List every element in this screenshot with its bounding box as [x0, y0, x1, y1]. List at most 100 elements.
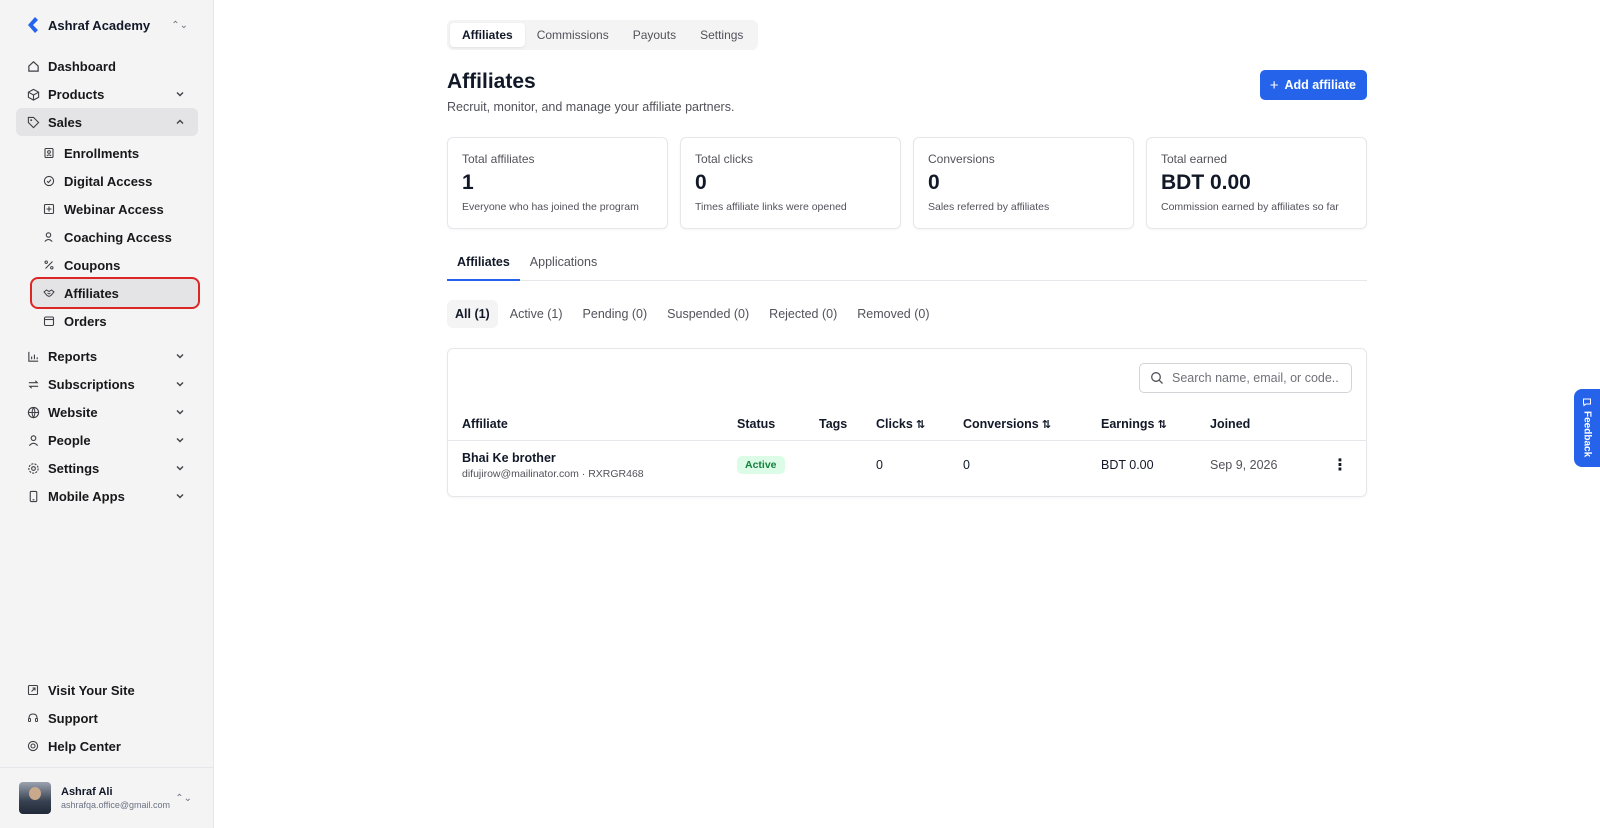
sidebar-item-help-center[interactable]: Help Center: [16, 732, 198, 760]
stat-card-total-clicks: Total clicks 0 Times affiliate links wer…: [680, 137, 901, 229]
sidebar-item-people[interactable]: People: [16, 426, 198, 454]
table-header: Affiliate Status Tags Clicks ⇅ Conversion…: [448, 407, 1366, 441]
stat-label: Total clicks: [695, 152, 754, 166]
column-clicks-label: Clicks: [876, 417, 913, 431]
status-badge: Active: [737, 456, 785, 474]
stat-card-conversions: Conversions 0 Sales referred by affiliat…: [913, 137, 1134, 229]
add-affiliate-label: Add affiliate: [1284, 78, 1356, 92]
mobile-icon: [26, 489, 40, 503]
filter-rejected[interactable]: Rejected (0): [761, 300, 845, 328]
repeat-icon: [26, 377, 40, 391]
tab-payouts[interactable]: Payouts: [621, 23, 688, 47]
column-tags: Tags: [819, 417, 848, 431]
sort-icon: ⇅: [1157, 419, 1167, 431]
sidebar-item-label: Affiliates: [64, 285, 119, 301]
sidebar-item-digital-access[interactable]: Digital Access: [32, 167, 198, 195]
row-actions-button[interactable]: ⋮: [1332, 441, 1348, 489]
chevron-down-icon: [174, 434, 186, 446]
user-email: ashrafqa.office@gmail.com: [61, 800, 171, 810]
lifebuoy-icon: [26, 739, 40, 753]
column-conversions[interactable]: Conversions ⇅: [963, 407, 1051, 441]
affiliate-name: Bhai Ke brother: [462, 450, 556, 465]
filter-all[interactable]: All (1): [447, 300, 498, 328]
workspace-name: Ashraf Academy: [48, 17, 151, 33]
column-conversions-label: Conversions: [963, 417, 1039, 431]
feedback-label: Feedback: [1581, 411, 1593, 458]
tab-applications[interactable]: Applications: [520, 250, 607, 281]
gear-icon: [26, 461, 40, 475]
filter-suspended[interactable]: Suspended (0): [659, 300, 757, 328]
chevron-down-icon: [174, 490, 186, 502]
person-icon: [26, 433, 40, 447]
affiliate-cell: Bhai Ke brother difujirow@mailinator.com…: [462, 441, 644, 489]
user-menu[interactable]: Ashraf Ali ashrafqa.office@gmail.com ⌃⌄: [0, 767, 214, 828]
sidebar-item-label: Coaching Access: [64, 229, 172, 245]
add-affiliate-button[interactable]: + Add affiliate: [1259, 70, 1367, 100]
filter-removed[interactable]: Removed (0): [849, 300, 937, 328]
sidebar-item-affiliates[interactable]: Affiliates: [30, 277, 200, 309]
sidebar-item-coupons[interactable]: Coupons: [32, 251, 198, 279]
tab-commissions[interactable]: Commissions: [525, 23, 621, 47]
sidebar-item-coaching-access[interactable]: Coaching Access: [32, 223, 198, 251]
search-icon: [1150, 371, 1164, 385]
plus-icon: +: [1269, 76, 1279, 94]
enrollment-icon: [42, 146, 56, 160]
column-affiliate: Affiliate: [462, 417, 508, 431]
sidebar-item-label: Enrollments: [64, 145, 140, 161]
stat-label: Total earned: [1161, 152, 1228, 166]
sidebar-item-visit-site[interactable]: Visit Your Site: [16, 676, 198, 704]
clicks-cell: 0: [876, 458, 883, 472]
stat-value: BDT 0.00: [1161, 171, 1251, 194]
sort-icon: ⇅: [915, 419, 926, 431]
sidebar-item-label: Help Center: [48, 738, 121, 754]
workspace-switcher[interactable]: Ashraf Academy ⌃⌄: [26, 14, 188, 36]
sidebar-item-label: People: [48, 432, 91, 448]
tab-settings[interactable]: Settings: [688, 23, 755, 47]
home-icon: [26, 59, 40, 73]
chevron-down-icon: [174, 378, 186, 390]
sidebar-item-settings[interactable]: Settings: [16, 454, 198, 482]
brand-logo-icon: [28, 17, 38, 33]
sidebar-item-mobile-apps[interactable]: Mobile Apps: [16, 482, 198, 510]
sort-icon: ⇅: [1041, 419, 1051, 431]
stat-description: Everyone who has joined the program: [462, 201, 639, 213]
tab-affiliates[interactable]: Affiliates: [450, 23, 525, 47]
earnings-cell: BDT 0.00: [1101, 458, 1154, 472]
chevron-down-icon: [174, 350, 186, 362]
sidebar-item-products[interactable]: Products: [16, 80, 198, 108]
filter-active[interactable]: Active (1): [502, 300, 571, 328]
handshake-icon: [42, 286, 56, 300]
table-row[interactable]: Bhai Ke brother difujirow@mailinator.com…: [448, 441, 1366, 489]
sidebar-item-dashboard[interactable]: Dashboard: [16, 52, 198, 80]
filter-pending[interactable]: Pending (0): [575, 300, 656, 328]
avatar: [19, 782, 51, 814]
page-title: Affiliates: [447, 70, 536, 93]
percent-icon: [42, 258, 56, 272]
stat-label: Conversions: [928, 152, 995, 166]
sidebar-nav: Dashboard Products Sales Enrollments Dig…: [16, 52, 200, 510]
sidebar-item-website[interactable]: Website: [16, 398, 198, 426]
sidebar-item-support[interactable]: Support: [16, 704, 198, 732]
column-earnings-label: Earnings: [1101, 417, 1155, 431]
sidebar-item-webinar-access[interactable]: Webinar Access: [32, 195, 198, 223]
sidebar-item-reports[interactable]: Reports: [16, 342, 198, 370]
stat-description: Times affiliate links were opened: [695, 201, 847, 213]
column-clicks[interactable]: Clicks ⇅: [876, 407, 925, 441]
chevron-down-icon: [174, 406, 186, 418]
sidebar-item-label: Webinar Access: [64, 201, 164, 217]
tab-affiliates-list[interactable]: Affiliates: [447, 250, 520, 281]
sidebar-item-subscriptions[interactable]: Subscriptions: [16, 370, 198, 398]
chat-bubble-icon: [1583, 398, 1591, 407]
sidebar-item-label: Dashboard: [48, 58, 116, 74]
search-input[interactable]: [1172, 371, 1342, 385]
chart-icon: [26, 349, 40, 363]
webinar-icon: [42, 202, 56, 216]
column-earnings[interactable]: Earnings ⇅: [1101, 407, 1167, 441]
stat-card-total-earned: Total earned BDT 0.00 Commission earned …: [1146, 137, 1367, 229]
sidebar-item-orders[interactable]: Orders: [32, 307, 198, 335]
feedback-tab[interactable]: Feedback: [1574, 389, 1600, 467]
sidebar-item-sales[interactable]: Sales: [16, 108, 198, 136]
sidebar-item-enrollments[interactable]: Enrollments: [32, 139, 198, 167]
status-cell: Active: [737, 441, 785, 489]
sidebar-item-label: Reports: [48, 348, 98, 364]
